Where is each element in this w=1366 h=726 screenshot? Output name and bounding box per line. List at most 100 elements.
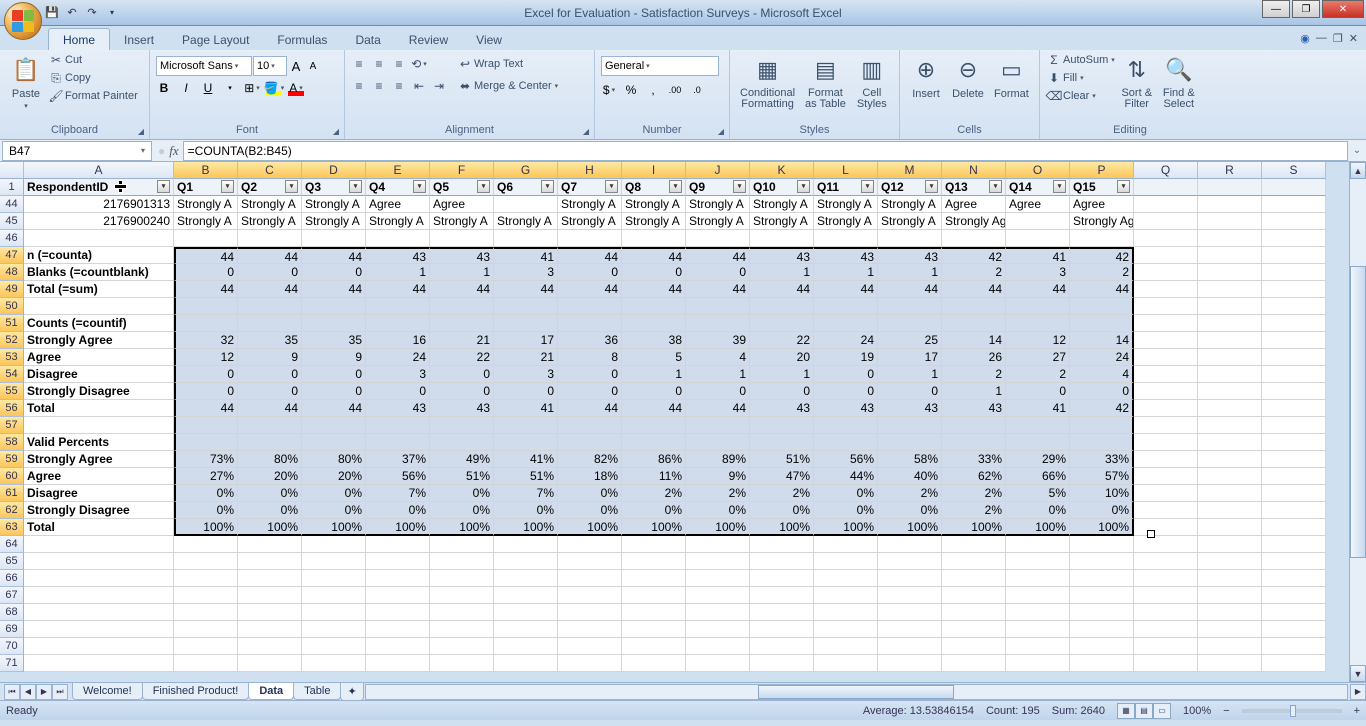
- cell[interactable]: [558, 604, 622, 621]
- delete-cells-button[interactable]: ⊖Delete: [948, 52, 988, 102]
- cell[interactable]: [558, 298, 622, 315]
- filter-dropdown-icon[interactable]: ▾: [157, 180, 170, 193]
- cell[interactable]: [558, 655, 622, 672]
- cell[interactable]: 0%: [302, 502, 366, 519]
- cell[interactable]: [430, 230, 494, 247]
- shrink-font-icon[interactable]: A: [305, 58, 321, 74]
- cell[interactable]: 62%: [942, 468, 1006, 485]
- first-sheet-icon[interactable]: ⏮: [4, 684, 20, 700]
- cell[interactable]: [302, 553, 366, 570]
- cell[interactable]: [366, 417, 430, 434]
- filter-header[interactable]: Q7▾: [558, 179, 622, 196]
- cell[interactable]: 8: [558, 349, 622, 366]
- cell[interactable]: 0: [430, 383, 494, 400]
- cell[interactable]: 0%: [302, 485, 366, 502]
- percent-icon[interactable]: %: [623, 82, 639, 98]
- cell[interactable]: [558, 621, 622, 638]
- font-name-select[interactable]: Microsoft Sans: [156, 56, 252, 76]
- zoom-out-icon[interactable]: −: [1223, 705, 1229, 717]
- autosum-button[interactable]: ΣAutoSum: [1046, 52, 1115, 68]
- cell[interactable]: 2: [942, 366, 1006, 383]
- row-header[interactable]: 53: [0, 349, 24, 366]
- cell[interactable]: 44: [942, 281, 1006, 298]
- cell[interactable]: 44: [366, 281, 430, 298]
- filter-header[interactable]: Q9▾: [686, 179, 750, 196]
- tab-home[interactable]: Home: [48, 28, 110, 50]
- cell[interactable]: 1: [814, 264, 878, 281]
- cell[interactable]: Total (=sum): [24, 281, 174, 298]
- cell[interactable]: [24, 570, 174, 587]
- cell[interactable]: Total: [24, 519, 174, 536]
- cell[interactable]: [814, 621, 878, 638]
- cell[interactable]: [1198, 451, 1262, 468]
- orientation-icon[interactable]: ⟲: [411, 56, 427, 72]
- cell[interactable]: Strongly A: [302, 213, 366, 230]
- cell[interactable]: 0: [238, 264, 302, 281]
- fill-color-icon[interactable]: 🪣: [266, 80, 282, 96]
- cell[interactable]: 41%: [494, 451, 558, 468]
- cell[interactable]: [494, 655, 558, 672]
- cell[interactable]: [430, 315, 494, 332]
- cell[interactable]: Agree: [430, 196, 494, 213]
- cell[interactable]: [1198, 502, 1262, 519]
- zoom-slider[interactable]: [1242, 709, 1342, 713]
- cell[interactable]: [24, 553, 174, 570]
- col-header-K[interactable]: K: [750, 162, 814, 179]
- col-header-P[interactable]: P: [1070, 162, 1134, 179]
- filter-header[interactable]: Q13▾: [942, 179, 1006, 196]
- cell[interactable]: [686, 604, 750, 621]
- cell[interactable]: [302, 434, 366, 451]
- cell[interactable]: [814, 638, 878, 655]
- cell[interactable]: 0: [174, 366, 238, 383]
- cell[interactable]: [302, 570, 366, 587]
- cell[interactable]: [878, 434, 942, 451]
- cell[interactable]: [1262, 264, 1326, 281]
- align-right-icon[interactable]: ≡: [391, 78, 407, 94]
- cell[interactable]: [686, 655, 750, 672]
- row-header[interactable]: 60: [0, 468, 24, 485]
- cell[interactable]: [1006, 434, 1070, 451]
- cell[interactable]: 100%: [622, 519, 686, 536]
- cell[interactable]: Agree: [1006, 196, 1070, 213]
- filter-header[interactable]: Q5▾: [430, 179, 494, 196]
- cell[interactable]: [686, 417, 750, 434]
- cell[interactable]: [1134, 332, 1198, 349]
- cell[interactable]: 89%: [686, 451, 750, 468]
- cell[interactable]: [24, 604, 174, 621]
- cell[interactable]: 38: [622, 332, 686, 349]
- maximize-button[interactable]: ❐: [1292, 0, 1320, 18]
- cell[interactable]: [1006, 570, 1070, 587]
- cell[interactable]: 7%: [366, 485, 430, 502]
- cell[interactable]: [1006, 604, 1070, 621]
- mdi-restore-icon[interactable]: ❐: [1333, 32, 1343, 45]
- cell[interactable]: 100%: [686, 519, 750, 536]
- col-header-A[interactable]: A: [24, 162, 174, 179]
- cell[interactable]: [1006, 553, 1070, 570]
- cell[interactable]: [750, 655, 814, 672]
- cell[interactable]: [942, 638, 1006, 655]
- tab-page-layout[interactable]: Page Layout: [168, 29, 263, 50]
- sheet-tab-table[interactable]: Table: [293, 683, 341, 700]
- cell[interactable]: [622, 417, 686, 434]
- cell[interactable]: 11%: [622, 468, 686, 485]
- cell[interactable]: 0: [622, 383, 686, 400]
- filter-header[interactable]: Q14▾: [1006, 179, 1070, 196]
- filter-dropdown-icon[interactable]: ▾: [1117, 180, 1130, 193]
- cell[interactable]: [1198, 247, 1262, 264]
- cell[interactable]: 58%: [878, 451, 942, 468]
- zoom-in-icon[interactable]: +: [1354, 705, 1360, 717]
- cell[interactable]: 43: [878, 247, 942, 264]
- cell[interactable]: [1262, 315, 1326, 332]
- col-header-L[interactable]: L: [814, 162, 878, 179]
- cell[interactable]: Strongly A: [750, 213, 814, 230]
- cell[interactable]: 66%: [1006, 468, 1070, 485]
- cell[interactable]: 44: [622, 247, 686, 264]
- cell[interactable]: [366, 604, 430, 621]
- tab-review[interactable]: Review: [395, 29, 462, 50]
- cell[interactable]: 40%: [878, 468, 942, 485]
- cell[interactable]: 16: [366, 332, 430, 349]
- find-select-button[interactable]: 🔍Find & Select: [1159, 52, 1199, 112]
- cell[interactable]: 20%: [302, 468, 366, 485]
- cell[interactable]: [366, 621, 430, 638]
- name-box[interactable]: B47▾: [2, 141, 152, 161]
